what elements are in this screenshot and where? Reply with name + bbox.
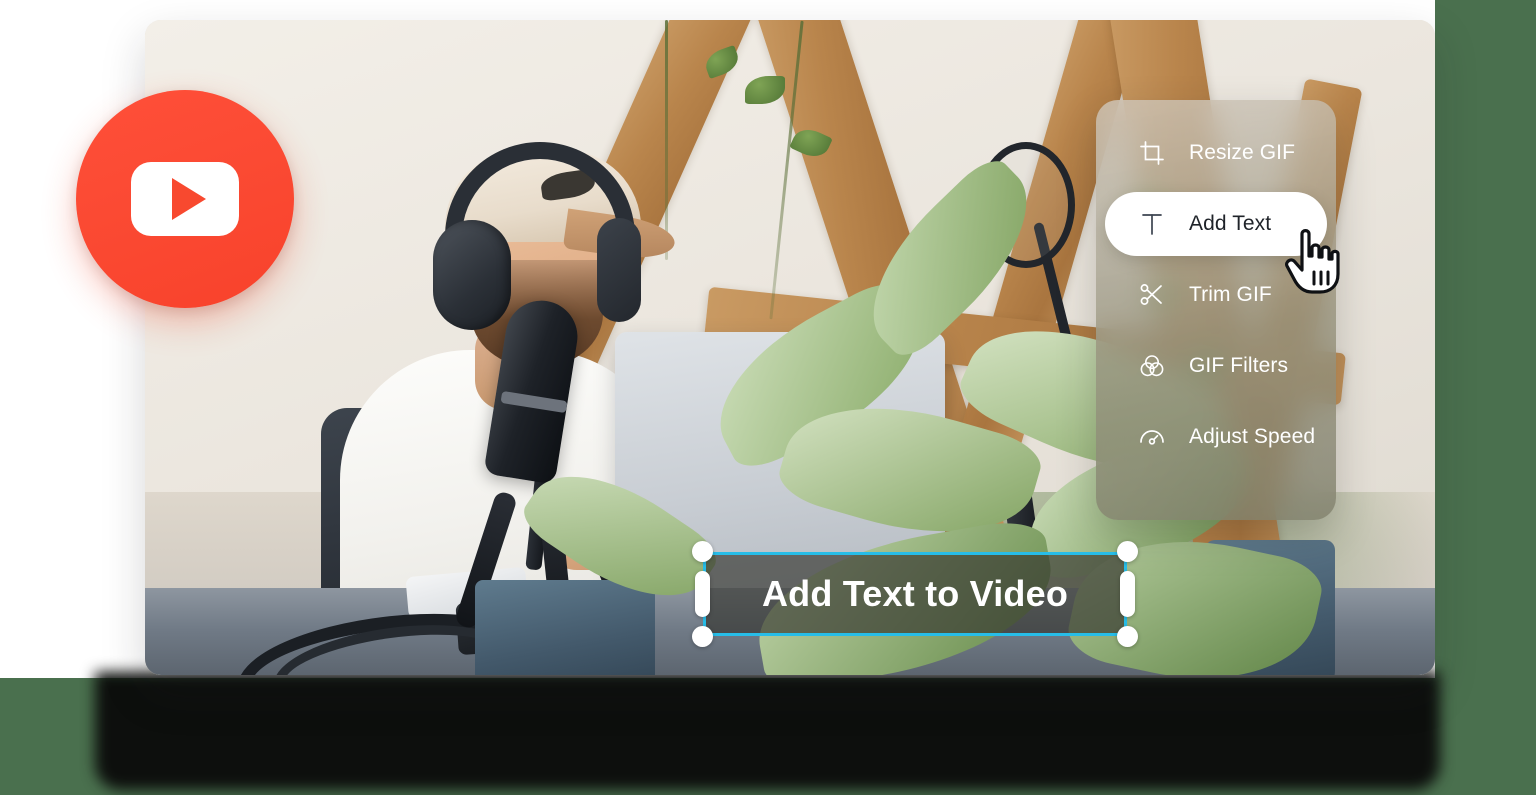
resize-handle-bottom-left[interactable] bbox=[692, 626, 713, 647]
text-overlay-value: Add Text to Video bbox=[761, 573, 1069, 614]
screenshot-stage: Add Text to Video Resize GIF Add Text Tr… bbox=[0, 0, 1536, 795]
menu-item-label: Add Text bbox=[1189, 212, 1272, 235]
scissors-icon bbox=[1137, 280, 1167, 310]
resize-handle-top-left[interactable] bbox=[692, 541, 713, 562]
menu-item-gif-filters[interactable]: GIF Filters bbox=[1105, 334, 1327, 398]
photo-headphone-cup bbox=[433, 220, 511, 330]
play-triangle-icon bbox=[172, 178, 206, 220]
text-overlay-selection[interactable]: Add Text to Video bbox=[692, 541, 1138, 647]
gif-tools-menu: Resize GIF Add Text Trim GIF GIF Filters… bbox=[1096, 100, 1336, 520]
text-overlay-box[interactable]: Add Text to Video bbox=[703, 552, 1127, 636]
resize-handle-middle-left[interactable] bbox=[695, 571, 710, 617]
resize-handle-middle-right[interactable] bbox=[1120, 571, 1135, 617]
menu-item-resize-gif[interactable]: Resize GIF bbox=[1105, 121, 1327, 185]
photo-plant-pot bbox=[475, 580, 655, 675]
venn-filter-icon bbox=[1137, 351, 1167, 381]
menu-item-trim-gif[interactable]: Trim GIF bbox=[1105, 263, 1327, 327]
menu-item-label: Trim GIF bbox=[1189, 283, 1272, 306]
text-tool-icon bbox=[1137, 209, 1167, 239]
resize-handle-top-right[interactable] bbox=[1117, 541, 1138, 562]
youtube-play-icon bbox=[131, 162, 239, 236]
photo-headphone-cup bbox=[597, 218, 641, 322]
menu-item-label: Resize GIF bbox=[1189, 141, 1296, 164]
resize-handle-bottom-right[interactable] bbox=[1117, 626, 1138, 647]
device-drop-shadow bbox=[95, 672, 1440, 790]
menu-item-label: GIF Filters bbox=[1189, 354, 1289, 377]
menu-item-label: Adjust Speed bbox=[1189, 425, 1316, 448]
speedometer-icon bbox=[1137, 422, 1167, 452]
crop-icon bbox=[1137, 138, 1167, 168]
photo-vine bbox=[665, 20, 668, 260]
youtube-badge bbox=[76, 90, 294, 308]
menu-item-adjust-speed[interactable]: Adjust Speed bbox=[1105, 405, 1327, 469]
menu-item-add-text[interactable]: Add Text bbox=[1105, 192, 1327, 256]
